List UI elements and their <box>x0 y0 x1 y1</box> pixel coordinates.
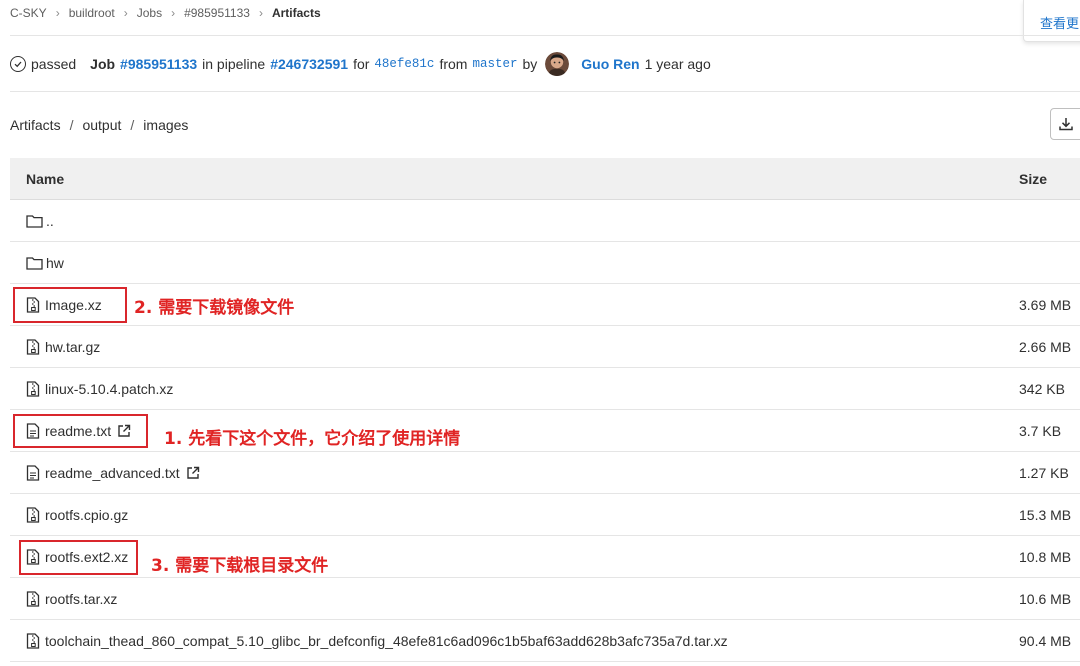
divider <box>10 35 1080 36</box>
artifacts-table: Name Size .. hw Image.xz 3.69 MB hw.tar.gz 2.… <box>10 158 1080 662</box>
external-link-icon[interactable] <box>117 424 131 438</box>
download-artifacts-button[interactable] <box>1050 108 1080 140</box>
from-text: from <box>439 56 468 72</box>
file-size: 342 KB <box>1019 381 1065 397</box>
file-zip-icon <box>26 549 40 565</box>
name-cell[interactable]: readme_advanced.txt <box>26 452 200 494</box>
name-cell[interactable]: rootfs.ext2.xz <box>26 536 128 578</box>
annotation-rootfs: 3. 需要下载根目录文件 <box>151 556 329 576</box>
table-row[interactable]: toolchain_thead_860_compat_5.10_glibc_br… <box>10 620 1080 662</box>
file-size: 10.6 MB <box>1019 591 1072 607</box>
file-name[interactable]: readme.txt <box>45 423 111 439</box>
name-cell[interactable]: hw <box>26 242 64 284</box>
path-separator: / <box>130 117 135 133</box>
divider <box>10 91 1080 92</box>
name-cell[interactable]: linux-5.10.4.patch.xz <box>26 368 173 410</box>
file-zip-icon <box>26 633 40 649</box>
table-row[interactable]: .. <box>10 200 1080 242</box>
chevron-right-icon: › <box>123 6 128 20</box>
table-row[interactable]: hw <box>10 242 1080 284</box>
job-header: passed Job #985951133 in pipeline #24673… <box>10 52 711 76</box>
chevron-right-icon: › <box>55 6 60 20</box>
file-name[interactable]: rootfs.cpio.gz <box>45 507 128 523</box>
check-circle-icon <box>10 56 26 72</box>
name-cell[interactable]: toolchain_thead_860_compat_5.10_glibc_br… <box>26 620 728 662</box>
breadcrumb-project[interactable]: buildroot <box>69 6 115 20</box>
file-text-icon <box>26 423 40 439</box>
job-label: Job <box>90 56 116 72</box>
file-text-icon <box>26 465 40 481</box>
artifact-path: Artifacts / output / images <box>10 116 188 134</box>
file-size: 90.4 MB <box>1019 633 1072 649</box>
file-name[interactable]: rootfs.tar.xz <box>45 591 117 607</box>
column-size: Size <box>1019 170 1048 187</box>
file-zip-icon <box>26 591 40 607</box>
table-row[interactable]: hw.tar.gz 2.66 MB <box>10 326 1080 368</box>
table-row[interactable]: linux-5.10.4.patch.xz 342 KB <box>10 368 1080 410</box>
name-cell[interactable]: readme.txt <box>26 410 131 452</box>
download-icon <box>1059 118 1073 131</box>
breadcrumb-jobs[interactable]: Jobs <box>137 6 162 20</box>
file-name[interactable]: hw.tar.gz <box>45 339 100 355</box>
breadcrumb: C-SKY › buildroot › Jobs › #985951133 › … <box>10 5 321 21</box>
path-images: images <box>143 117 189 133</box>
file-zip-icon <box>26 381 40 397</box>
name-cell[interactable]: Image.xz <box>26 284 102 326</box>
by-text: by <box>522 56 538 72</box>
name-cell[interactable]: .. <box>26 200 54 242</box>
breadcrumb-group[interactable]: C-SKY <box>10 6 47 20</box>
chevron-right-icon: › <box>258 6 263 20</box>
column-name: Name <box>26 170 65 187</box>
author-link[interactable]: Guo Ren <box>581 56 639 72</box>
avatar[interactable] <box>545 52 570 76</box>
name-cell[interactable]: rootfs.tar.xz <box>26 578 117 620</box>
file-name[interactable]: readme_advanced.txt <box>45 465 180 481</box>
for-text: for <box>353 56 370 72</box>
file-zip-icon <box>26 297 40 313</box>
file-size: 1.27 KB <box>1019 465 1069 481</box>
status-text: passed <box>31 56 77 72</box>
file-name[interactable]: rootfs.ext2.xz <box>45 549 128 565</box>
in-pipeline-text: in pipeline <box>202 56 266 72</box>
popover-link[interactable]: 查看更 <box>1040 13 1079 32</box>
breadcrumb-artifacts: Artifacts <box>271 6 321 20</box>
branch-link[interactable]: master <box>472 57 517 71</box>
pipeline-id-link[interactable]: #246732591 <box>270 56 348 72</box>
file-zip-icon <box>26 339 40 355</box>
annotation-image: 2. 需要下载镜像文件 <box>134 298 295 318</box>
name-cell[interactable]: rootfs.cpio.gz <box>26 494 128 536</box>
table-row[interactable]: rootfs.tar.xz 10.6 MB <box>10 578 1080 620</box>
commit-link[interactable]: 48efe81c <box>374 57 434 71</box>
file-name[interactable]: hw <box>46 255 64 271</box>
breadcrumb-job-id[interactable]: #985951133 <box>184 6 250 20</box>
name-cell[interactable]: hw.tar.gz <box>26 326 100 368</box>
annotation-readme: 1. 先看下这个文件，它介绍了使用详情 <box>164 429 461 449</box>
file-name[interactable]: Image.xz <box>45 297 102 313</box>
folder-icon <box>26 215 43 228</box>
file-size: 3.7 KB <box>1019 423 1062 439</box>
job-id-link[interactable]: #985951133 <box>120 56 197 72</box>
file-size: 10.8 MB <box>1019 549 1072 565</box>
table-row[interactable]: readme_advanced.txt 1.27 KB <box>10 452 1080 494</box>
file-size: 15.3 MB <box>1019 507 1072 523</box>
external-link-icon[interactable] <box>186 466 200 480</box>
file-zip-icon <box>26 507 40 523</box>
file-size: 3.69 MB <box>1019 297 1072 313</box>
status-badge: passed <box>10 56 76 72</box>
chevron-right-icon: › <box>171 6 176 20</box>
folder-icon <box>26 257 43 270</box>
file-name[interactable]: linux-5.10.4.patch.xz <box>45 381 173 397</box>
path-artifacts[interactable]: Artifacts <box>10 117 61 133</box>
file-name[interactable]: .. <box>46 213 54 229</box>
path-output[interactable]: output <box>82 117 121 133</box>
file-name[interactable]: toolchain_thead_860_compat_5.10_glibc_br… <box>45 633 728 649</box>
table-row[interactable]: rootfs.cpio.gz 15.3 MB <box>10 494 1080 536</box>
file-size: 2.66 MB <box>1019 339 1072 355</box>
path-separator: / <box>69 117 74 133</box>
table-header: Name Size <box>10 158 1080 200</box>
time-ago: 1 year ago <box>644 56 711 72</box>
